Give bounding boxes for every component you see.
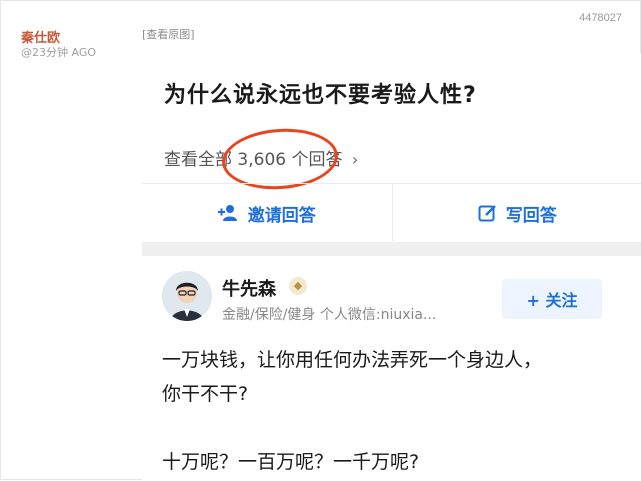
answer-body: 一万块钱，让你用任何办法弄死一个身边人， 你干不干? 十万呢？一百万呢？一千万呢…	[162, 343, 632, 479]
post-id: 4478027	[579, 12, 622, 24]
verified-badge-icon: ◆	[289, 277, 307, 295]
chevron-right-icon: ›	[352, 150, 358, 169]
answer-line: 一万块钱，让你用任何办法弄死一个身边人，	[162, 343, 632, 377]
answerer-bio: 金融/保险/健身 个人微信:niuxia...	[222, 304, 436, 324]
paragraph-gap	[162, 411, 632, 445]
post-time: @23分钟 AGO	[21, 44, 96, 60]
answerer-name[interactable]: 牛先森	[222, 275, 276, 301]
write-answer-button[interactable]: 写回答	[393, 184, 641, 242]
invite-answer-button[interactable]: 邀请回答	[142, 184, 392, 242]
view-original-link[interactable]: [查看原图]	[142, 26, 195, 42]
edit-icon	[478, 203, 498, 223]
invite-label: 邀请回答	[248, 201, 316, 226]
post-card: 4478027 秦仕欧 @23分钟 AGO [查看原图] 为什么说永远也不要考验…	[0, 0, 641, 480]
add-user-icon	[218, 204, 240, 222]
avatar[interactable]	[162, 271, 212, 321]
answer-line: 十万呢？一百万呢？一千万呢?	[162, 445, 632, 479]
answer-actions: 邀请回答 写回答	[142, 184, 641, 242]
follow-button[interactable]: + 关注	[502, 279, 602, 319]
question-title: 为什么说永远也不要考验人性?	[164, 77, 477, 109]
attached-screenshot: 为什么说永远也不要考验人性? 查看全部 3,606 个回答 › 邀请回答	[142, 53, 641, 481]
section-separator	[142, 242, 641, 256]
answer-line: 你干不干?	[162, 377, 632, 411]
write-label: 写回答	[506, 201, 557, 226]
avatar-illustration	[162, 271, 212, 321]
